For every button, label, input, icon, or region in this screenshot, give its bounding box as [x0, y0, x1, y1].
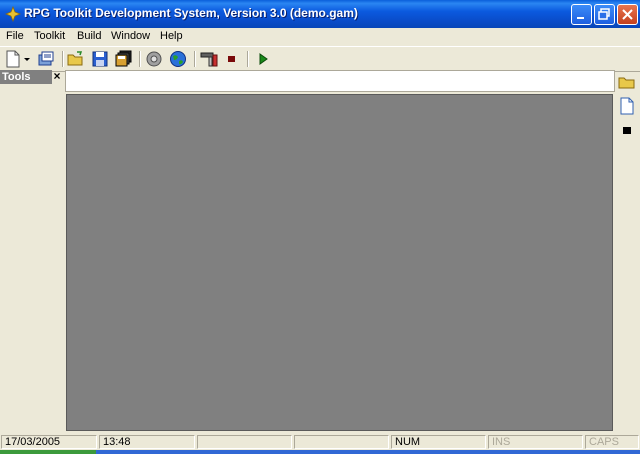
- dropdown-arrow-icon[interactable]: [23, 50, 31, 68]
- toolbar: [0, 46, 640, 72]
- new-page-icon[interactable]: [617, 96, 637, 116]
- status-bar: 17/03/2005 13:48 NUM INS CAPS: [0, 434, 640, 450]
- test-run-icon[interactable]: [145, 50, 163, 68]
- menu-help[interactable]: Help: [160, 30, 183, 42]
- status-caps-lock: CAPS: [585, 435, 639, 449]
- status-insert: INS: [488, 435, 583, 449]
- save-icon[interactable]: [91, 50, 109, 68]
- status-panel-empty: [197, 435, 292, 449]
- stop-icon[interactable]: [223, 50, 241, 68]
- right-tool-strip: [615, 70, 640, 433]
- tools-pane: Tools ×: [0, 70, 63, 433]
- configuration-icon[interactable]: [200, 50, 218, 68]
- start-button-edge[interactable]: [0, 450, 96, 454]
- mdi-workspace[interactable]: [66, 94, 613, 431]
- tools-pane-title: Tools: [0, 70, 52, 84]
- app-icon: [5, 6, 21, 22]
- menu-window[interactable]: Window: [111, 30, 150, 42]
- window-title: RPG Toolkit Development System, Version …: [24, 6, 358, 20]
- minimize-icon: [577, 17, 584, 19]
- maximize-button[interactable]: [594, 4, 615, 25]
- close-icon: [622, 9, 633, 20]
- status-panel-empty: [294, 435, 389, 449]
- toolbar-separator: [194, 51, 196, 67]
- play-icon[interactable]: [254, 50, 272, 68]
- menu-build[interactable]: Build: [77, 30, 101, 42]
- status-time: 13:48: [99, 435, 195, 449]
- open-folder-icon[interactable]: [617, 72, 637, 92]
- menu-toolkit[interactable]: Toolkit: [34, 30, 65, 42]
- save-all-icon[interactable]: [115, 50, 133, 68]
- toolbar-separator: [247, 51, 249, 67]
- status-date: 17/03/2005: [1, 435, 97, 449]
- menu-bar: File Toolkit Build Window Help: [0, 28, 640, 45]
- toolbar-separator: [62, 51, 64, 67]
- stop-square-icon[interactable]: [617, 120, 637, 140]
- close-button[interactable]: [617, 4, 638, 25]
- open-project-icon[interactable]: [37, 50, 55, 68]
- document-tab-strip[interactable]: [65, 70, 615, 92]
- toolbar-separator: [139, 51, 141, 67]
- minimize-button[interactable]: [571, 4, 592, 25]
- new-document-icon[interactable]: [4, 50, 22, 68]
- web-globe-icon[interactable]: [169, 50, 187, 68]
- open-folder-icon[interactable]: [67, 50, 85, 68]
- restore-icon: [598, 8, 610, 20]
- menu-file[interactable]: File: [6, 30, 24, 42]
- status-num-lock: NUM: [391, 435, 486, 449]
- tools-pane-close-button[interactable]: ×: [51, 70, 63, 84]
- title-bar[interactable]: RPG Toolkit Development System, Version …: [0, 0, 640, 28]
- taskbar-edge: [0, 450, 640, 454]
